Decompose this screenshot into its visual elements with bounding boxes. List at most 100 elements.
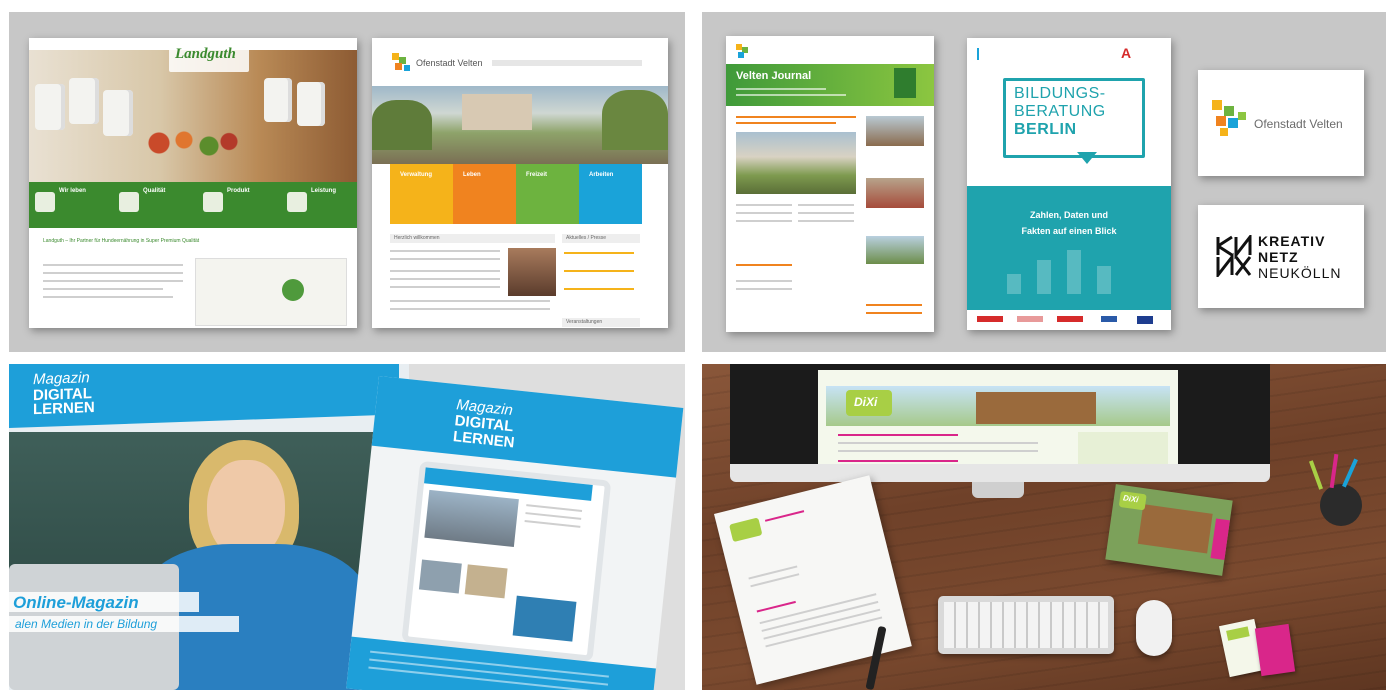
text-line	[43, 296, 173, 298]
letterhead-logo	[729, 517, 763, 543]
banner-line1: Online-Magazin	[13, 593, 139, 612]
text-line	[866, 304, 922, 306]
speech-bubble-tail	[1077, 152, 1097, 164]
bar-graphic	[1037, 260, 1051, 294]
news-item-line	[564, 270, 634, 272]
tab-leben[interactable]: Leben	[453, 164, 516, 224]
building	[462, 94, 532, 130]
text-line	[390, 286, 500, 288]
tablet-photo	[424, 489, 519, 548]
journal-photo-side	[866, 178, 924, 208]
news-item-line	[564, 252, 634, 254]
feature-icon	[287, 192, 307, 212]
mouse	[1136, 600, 1172, 656]
feature-icon	[35, 192, 55, 212]
journal-header-band: Velten Journal	[726, 64, 934, 106]
text-line	[736, 220, 792, 222]
velten-logo-mark	[1212, 100, 1248, 140]
tree	[372, 100, 432, 150]
flyer: DiXi	[1105, 484, 1233, 576]
text-line	[390, 250, 500, 252]
monitor-chin	[730, 464, 1270, 482]
velten-logo-text: Ofenstadt Velten	[1254, 117, 1343, 131]
velten-nav-tiles: Verwaltung Leben Freizeit Arbeiten	[390, 164, 642, 224]
bildung-title-line2: BERATUNG	[1014, 103, 1106, 120]
kn-monogram-icon	[1216, 232, 1252, 280]
landguth-website-card: Landguth Wir leben Qualität Produkt Leis…	[29, 38, 357, 328]
sponsor-logos-row	[977, 316, 1161, 324]
bildung-subtitle-line1: Zahlen, Daten und	[1029, 210, 1108, 220]
text-line	[390, 278, 500, 280]
welcome-heading: Herzlich willkommen	[394, 235, 440, 241]
site-logo-badge: DiXi	[846, 390, 892, 416]
welcome-heading-bar: Herzlich willkommen	[390, 234, 555, 243]
wooden-hut	[976, 392, 1096, 424]
events-heading-bar: Veranstaltungen	[562, 318, 640, 327]
text-line	[526, 504, 583, 512]
events-heading: Veranstaltungen	[566, 319, 603, 325]
text-line	[43, 272, 183, 274]
journal-photo-side	[866, 116, 924, 146]
screen-text-line	[838, 434, 958, 436]
velten-logo-mark	[392, 53, 412, 73]
panel-print-logos: Velten Journal A BILDUNGS- BERATUNG BERL…	[702, 12, 1386, 352]
product-can	[264, 78, 292, 122]
screen-text-line	[838, 442, 1038, 444]
bar-graphic	[1067, 250, 1081, 294]
online-magazin-subbanner: alen Medien in der Bildung	[9, 616, 239, 632]
feature-label: Wir leben	[59, 188, 86, 194]
site-logo-text: DiXi	[854, 395, 878, 409]
kreativnetz-line2: NETZ	[1258, 249, 1299, 265]
landguth-logo: Landguth	[169, 42, 249, 72]
kreativnetz-line3: NEUKÖLLN	[1258, 265, 1342, 281]
cover-title-line3: LERNEN	[33, 399, 95, 419]
bildung-teal-band: Zahlen, Daten und Fakten auf einen Blick	[967, 186, 1171, 310]
brochure-blue-band: Magazin DIGITAL LERNEN	[371, 376, 684, 478]
tree	[602, 90, 668, 150]
magazin-cover: Magazin DIGITAL LERNEN Online-Magazin al…	[9, 364, 409, 690]
tab-label: Freizeit	[526, 172, 548, 178]
text-line	[736, 264, 792, 266]
keyboard	[938, 596, 1114, 654]
flyer-logo: DiXi	[1118, 490, 1147, 511]
journal-subtitle-line	[736, 94, 846, 96]
kreativnetz-logo-card: KREATIV NETZ NEUKÖLLN	[1198, 205, 1364, 308]
product-can	[297, 82, 325, 126]
text-line	[736, 280, 792, 282]
text-line	[798, 204, 854, 206]
landguth-headline: Landguth – Ihr Partner für Hundeernährun…	[43, 238, 200, 244]
product-can	[103, 90, 133, 136]
feature-label: Leistung	[311, 188, 336, 194]
bildung-subtitle-line2: Fakten auf einen Blick	[1021, 226, 1117, 236]
screen-text-line	[838, 460, 958, 462]
tab-label: Arbeiten	[589, 172, 614, 178]
product-can	[69, 78, 99, 124]
journal-title: Velten Journal	[736, 70, 812, 82]
velten-hero-photo	[372, 86, 668, 164]
kreativnetz-line1: KREATIV	[1258, 233, 1326, 249]
text-line	[390, 308, 550, 310]
text-line	[798, 212, 854, 214]
flyer-logo-text: DiXi	[1122, 493, 1140, 505]
cover-blue-band: Magazin DIGITAL LERNEN	[9, 364, 399, 428]
monitor-screen: DiXi	[818, 370, 1178, 474]
tab-freizeit[interactable]: Freizeit	[516, 164, 579, 224]
tablet-photo	[464, 564, 508, 599]
ribbon-badge	[282, 279, 304, 301]
feature-icon	[203, 192, 223, 212]
feature-label: Qualität	[143, 188, 166, 194]
landguth-feature-band: Wir leben Qualität Produkt Leistung	[29, 182, 357, 228]
mayor-photo	[508, 248, 556, 296]
product-can	[35, 84, 65, 130]
velten-nav-bar	[492, 60, 642, 66]
bildung-logo-right: A	[1121, 45, 1132, 61]
panel-websites: Landguth Wir leben Qualität Produkt Leis…	[9, 12, 685, 352]
kn-monogram	[1216, 232, 1252, 280]
magazin-brochure: Magazin DIGITAL LERNEN	[346, 376, 684, 690]
online-magazin-banner: Online-Magazin	[9, 592, 199, 612]
letter-line	[759, 593, 877, 625]
tab-arbeiten[interactable]: Arbeiten	[579, 164, 642, 224]
screen-hero: DiXi	[826, 386, 1170, 426]
text-line	[798, 220, 854, 222]
tab-verwaltung[interactable]: Verwaltung	[390, 164, 453, 224]
